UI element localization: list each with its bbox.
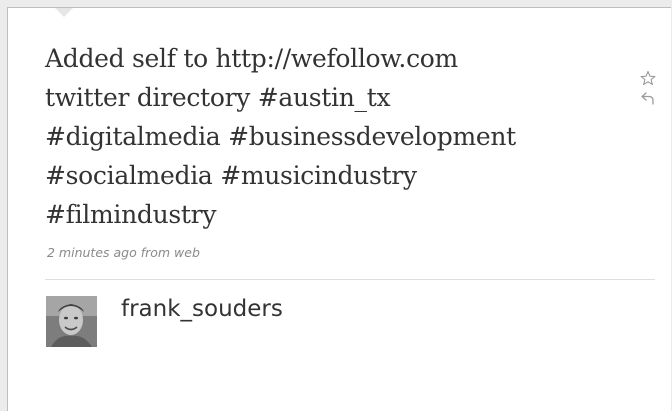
author-username[interactable]: frank_souders [121, 296, 283, 322]
tweet-line: #filmindustry [45, 195, 625, 234]
tweet-text-segment: Added self to [45, 44, 216, 73]
tweet-page: Added self to http://wefollow.com twitter… [0, 0, 672, 411]
hashtag-link[interactable]: #digitalmedia [45, 122, 221, 151]
hashtag-link[interactable]: #austin_tx [258, 83, 391, 112]
star-icon[interactable] [639, 70, 657, 86]
hashtag-link[interactable]: #businessdevelopment [228, 122, 516, 151]
tweet-text: Added self to http://wefollow.com twitter… [45, 39, 625, 234]
hashtag-link[interactable]: #socialmedia [45, 161, 213, 190]
tweet-text-segment: twitter directory [45, 83, 258, 112]
reply-icon[interactable] [639, 90, 657, 106]
tweet-panel: Added self to http://wefollow.com twitter… [7, 7, 671, 411]
tweet-line: #digitalmedia #businessdevelopment [45, 117, 625, 156]
avatar[interactable] [46, 296, 97, 347]
tweet-link[interactable]: http://wefollow.com [215, 44, 458, 73]
tweet-timestamp[interactable]: 2 minutes ago from web [47, 245, 200, 260]
tweet-line: #socialmedia #musicindustry [45, 156, 625, 195]
speech-bubble-notch [55, 8, 73, 17]
tweet-line: twitter directory #austin_tx [45, 78, 625, 117]
divider [45, 279, 655, 280]
hashtag-link[interactable]: #filmindustry [45, 200, 216, 229]
hashtag-link[interactable]: #musicindustry [220, 161, 417, 190]
tweet-actions [639, 70, 657, 110]
tweet-line: Added self to http://wefollow.com [45, 39, 625, 78]
tweet-text-segment [220, 122, 228, 151]
